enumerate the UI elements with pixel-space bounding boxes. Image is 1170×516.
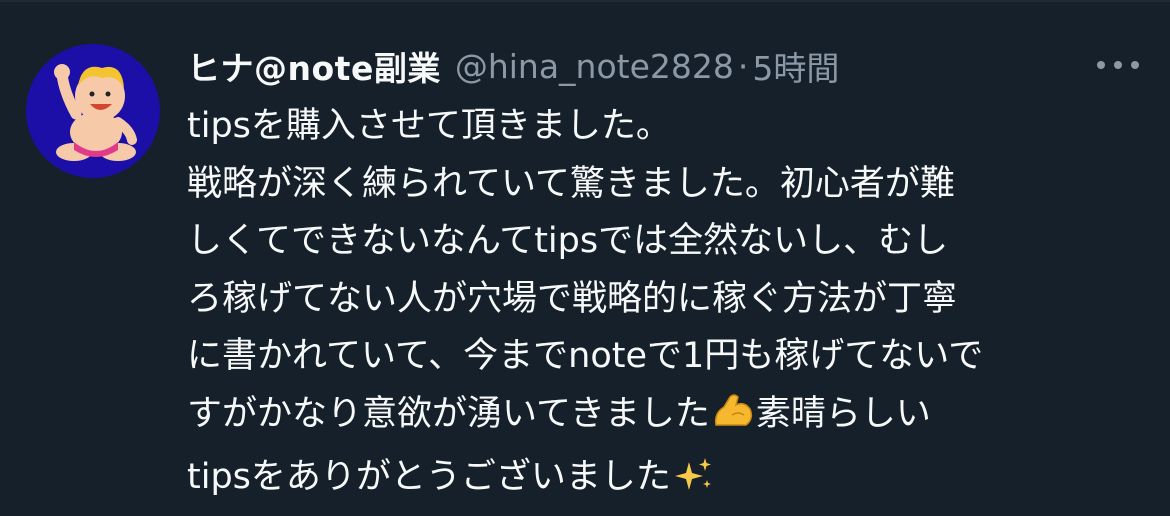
more-options-button[interactable]	[1090, 50, 1146, 80]
more-dots-icon	[1097, 61, 1139, 69]
tweet-line: ろ稼げてない人が穴場で戦略的に稼ぐ方法が丁寧	[187, 278, 958, 319]
display-name[interactable]: ヒナ@note副業	[187, 42, 441, 90]
tweet-line: 戦略が深く練られていて驚きました。初心者が難	[187, 163, 955, 204]
timestamp[interactable]: 5時間	[752, 42, 839, 90]
tweet-line: しくてできないなんてtipsでは全然ないし、むし	[187, 221, 949, 261]
tweet-line-text: すがかなり意欲が湧いてきました	[187, 393, 710, 434]
avatar[interactable]	[26, 44, 160, 178]
separator-dot: ·	[737, 46, 749, 86]
tweet-line: に書かれていて、今までnoteで1円も稼げてないで	[187, 336, 984, 376]
tweet-line: tipsを購入させて頂きました。	[187, 106, 671, 146]
tweet-line: すがかなり意欲が湧いてきました 素晴らしい	[187, 386, 1117, 450]
user-handle[interactable]: @hina_note2828	[455, 47, 734, 86]
sparkles-emoji	[671, 454, 717, 513]
tweet-line-text: 素晴らしい	[755, 393, 931, 434]
flexed-biceps-emoji	[710, 391, 756, 450]
tweet-line-text: tipsをありがとうございました	[187, 457, 671, 497]
tweet-text: tipsを購入させて頂きました。 戦略が深く練られていて驚きました。初心者が難 …	[187, 98, 1117, 513]
tweet-line: tipsをありがとうございました	[187, 449, 1117, 513]
tweet-header: ヒナ@note副業 @hina_note2828 · 5時間	[187, 42, 839, 90]
cartoon-baby-avatar-icon	[54, 64, 137, 161]
top-divider	[0, 0, 1170, 2]
